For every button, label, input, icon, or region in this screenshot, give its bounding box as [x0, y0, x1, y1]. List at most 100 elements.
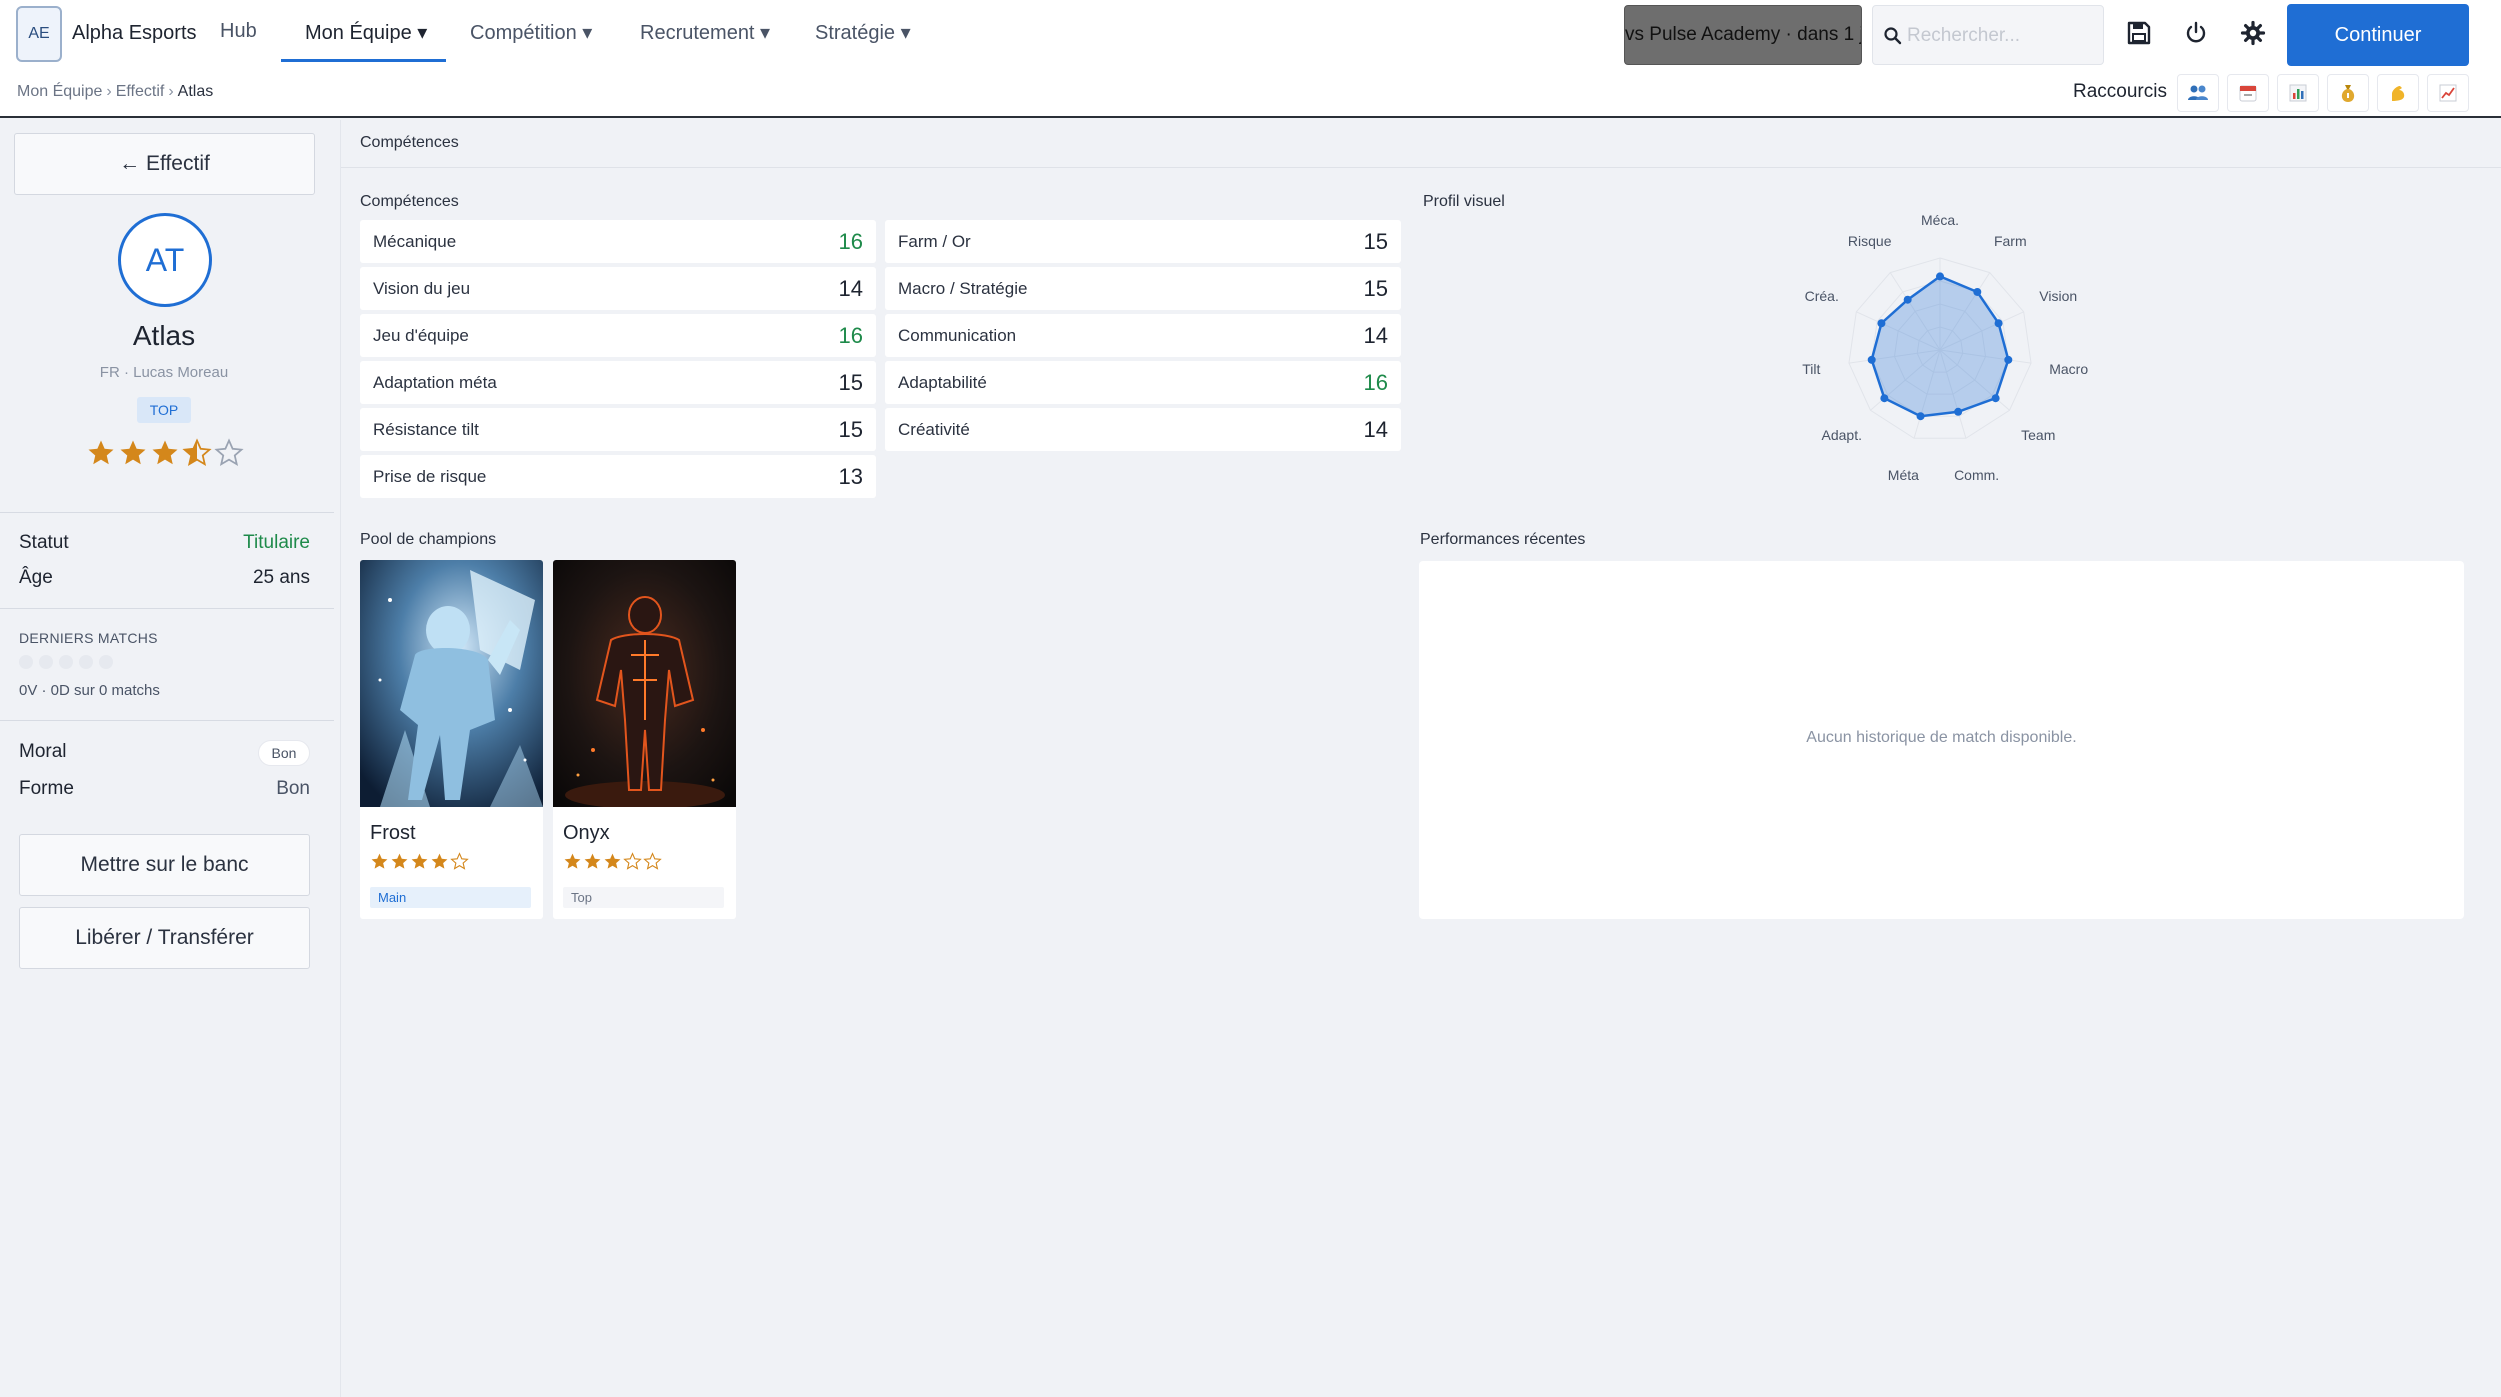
divider [0, 720, 334, 721]
skill-label: Farm / Or [898, 232, 971, 251]
star-icon [391, 853, 408, 869]
profile-title: Profil visuel [1423, 193, 1505, 210]
search-input[interactable] [1907, 20, 2097, 52]
continue-button[interactable]: Continuer [2287, 4, 2469, 66]
moral-label: Moral [19, 741, 67, 762]
skill-row: Farm / Or 15 [885, 220, 1401, 263]
brand-name[interactable]: Alpha Esports [72, 22, 197, 45]
radar-point [2004, 355, 2013, 364]
skill-value: 15 [1363, 229, 1388, 254]
player-rating [86, 438, 244, 468]
back-to-roster-button[interactable]: ← Effectif [14, 133, 315, 195]
skills-title: Compétences [360, 193, 459, 210]
search-icon [1884, 27, 1902, 45]
skill-row: Adaptabilité 16 [885, 361, 1401, 404]
next-match-banner[interactable]: vs Pulse Academy · dans 1 j [1624, 5, 1862, 65]
breadcrumb-separator: › [106, 83, 112, 100]
save-icon [2127, 21, 2151, 45]
radar-axis-label: Adapt. [1821, 427, 1862, 444]
radar-point [1973, 287, 1982, 296]
breadcrumb-item-mon-equipe[interactable]: Mon Équipe [17, 83, 102, 100]
skill-label: Mécanique [373, 232, 457, 251]
skill-row: Adaptation méta 15 [360, 361, 876, 404]
skill-label: Créativité [898, 420, 970, 439]
radar-axis-label: Comm. [1954, 466, 2000, 483]
match-result-dot [79, 655, 93, 669]
age-label: Âge [19, 567, 53, 588]
radar-axis-label: Macro [2049, 360, 2089, 377]
shortcut-calendar[interactable] [2227, 74, 2269, 112]
empty-star-icon [643, 852, 662, 870]
skill-row: Créativité 14 [885, 408, 1401, 451]
settings-button[interactable] [2238, 18, 2268, 48]
skill-row: Résistance tilt 15 [360, 408, 876, 451]
nav-mon-equipe[interactable]: Mon Équipe ▾ [305, 20, 427, 45]
release-transfer-button[interactable]: Libérer / Transférer [19, 907, 310, 969]
shortcut-stats[interactable] [2277, 74, 2319, 112]
skill-row: Vision du jeu 14 [360, 267, 876, 310]
save-button[interactable] [2124, 18, 2154, 48]
search-box[interactable] [1872, 5, 2104, 65]
form-label: Forme [19, 778, 74, 799]
skill-value: 16 [1363, 370, 1388, 395]
radar-point [1954, 407, 1963, 416]
people-icon [2188, 85, 2208, 100]
breadcrumb-item-effectif[interactable]: Effectif [116, 83, 165, 100]
recent-performance-title: Performances récentes [1420, 531, 1586, 548]
radar-point [1877, 319, 1886, 328]
section-header: Compétences [341, 120, 2501, 168]
radar-point [1991, 394, 2000, 403]
power-button[interactable] [2181, 18, 2211, 48]
skill-value: 13 [838, 464, 863, 489]
player-name: Atlas [132, 320, 196, 351]
role-badge: TOP [137, 397, 191, 423]
skill-label: Adaptabilité [898, 373, 987, 392]
status-value: Titulaire [243, 532, 310, 553]
radar-chart [1848, 257, 2032, 439]
empty-star-icon [450, 852, 469, 870]
skill-row: Jeu d'équipe 16 [360, 314, 876, 357]
skill-row: Prise de risque 13 [360, 455, 876, 498]
star-icon [411, 853, 428, 869]
nav-active-indicator [281, 59, 446, 62]
skill-radar [1800, 210, 2080, 490]
skill-label: Macro / Stratégie [898, 279, 1028, 298]
divider [0, 608, 334, 609]
champion-card-frost[interactable]: Frost Main [360, 560, 543, 919]
empty-star-icon [623, 852, 642, 870]
match-result-dot [19, 655, 33, 669]
empty-star-icon [214, 438, 244, 467]
radar-axis-label: Méta [1887, 466, 1919, 483]
last-matches-label: DERNIERS MATCHS [19, 630, 158, 646]
nav-recrutement[interactable]: Recrutement ▾ [640, 20, 770, 45]
match-result-dot [99, 655, 113, 669]
star-icon [564, 853, 581, 869]
star-icon [120, 440, 146, 465]
star-icon [88, 440, 114, 465]
brand-logo[interactable]: AE [16, 6, 62, 62]
radar-point [1903, 295, 1912, 304]
nav-strategie[interactable]: Stratégie ▾ [815, 20, 911, 45]
shortcut-finances[interactable] [2327, 74, 2369, 112]
skill-value: 14 [1363, 323, 1388, 348]
shortcut-training[interactable] [2377, 74, 2419, 112]
skill-value: 15 [838, 370, 863, 395]
nav-competition[interactable]: Compétition ▾ [470, 20, 592, 45]
recent-performance-panel: Aucun historique de match disponible. [1419, 561, 2464, 919]
shortcut-progress[interactable] [2427, 74, 2469, 112]
shortcut-roster[interactable] [2177, 74, 2219, 112]
skill-label: Jeu d'équipe [373, 326, 469, 345]
champion-rating [563, 852, 662, 871]
bar-chart-icon [2289, 84, 2307, 102]
shortcuts-label: Raccourcis [2073, 81, 2167, 102]
star-icon [152, 440, 178, 465]
calendar-icon [2239, 85, 2257, 102]
radar-value-area [1870, 274, 2010, 418]
nav-hub[interactable]: Hub [220, 20, 257, 43]
radar-point [1936, 272, 1944, 281]
match-record: 0V · 0D sur 0 matchs [19, 682, 160, 699]
champion-card-onyx[interactable]: Onyx Top [553, 560, 736, 919]
section-title: Compétences [360, 134, 459, 151]
power-icon [2186, 21, 2206, 43]
bench-button[interactable]: Mettre sur le banc [19, 834, 310, 896]
